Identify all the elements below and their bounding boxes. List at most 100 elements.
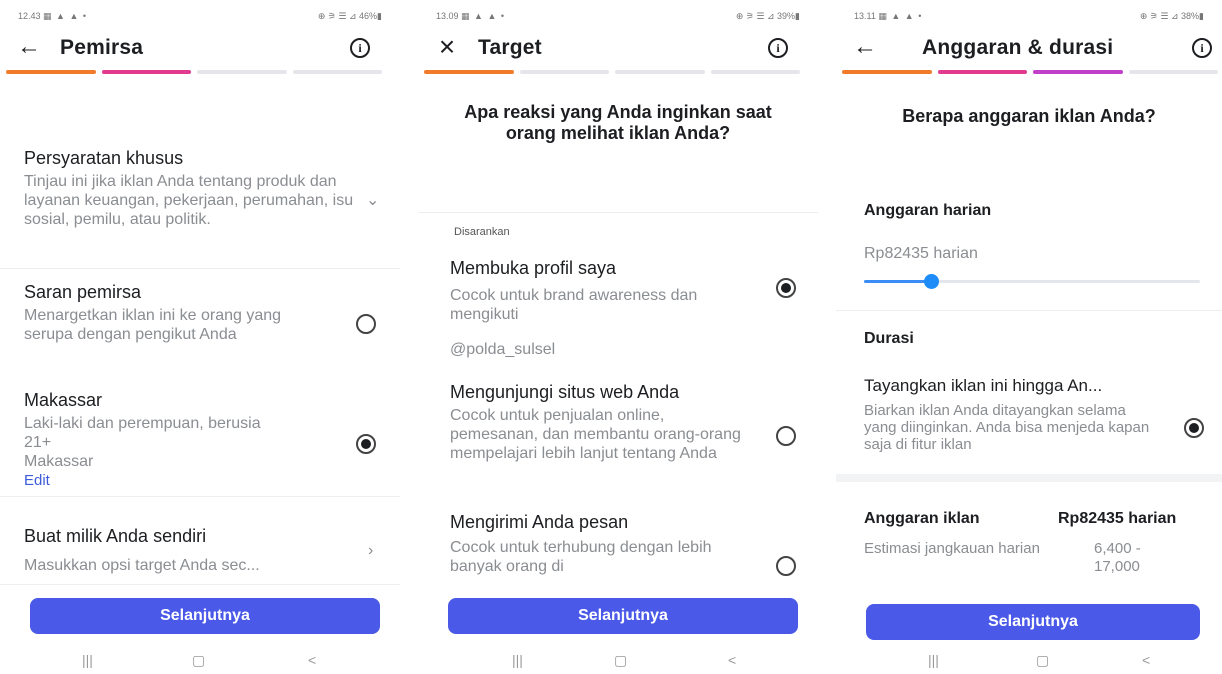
budget-slider-thumb[interactable] [924, 274, 940, 289]
progress-segment [1033, 70, 1123, 74]
chevron-down-icon: ⌄ [366, 192, 380, 209]
next-button[interactable]: Selanjutnya [866, 604, 1200, 640]
recents-icon[interactable]: ||| [512, 652, 523, 668]
question-heading: Apa reaksi yang Anda inginkan saat orang… [464, 102, 772, 143]
divider [0, 268, 400, 269]
app-bar: ← Anggaran & durasi i [836, 28, 1222, 66]
radio-button[interactable] [1184, 418, 1204, 438]
system-nav-bar: ||| ▢ < [0, 650, 400, 674]
screen-target: 13.09 ▦ ▲ ▲ • ⊕ ⚞ ☰ ⊿ 39%▮ × Target i Ap… [418, 0, 818, 674]
system-nav-bar: ||| ▢ < [418, 650, 818, 674]
progress-segment [292, 70, 382, 74]
status-right: ⊕ ⚞ ☰ ⊿ 46%▮ [317, 10, 382, 21]
progress-segment [842, 70, 932, 74]
progress-segment [937, 70, 1027, 74]
page-title: Target [478, 36, 542, 59]
option-title: Membuka profil saya [450, 258, 617, 278]
info-icon[interactable]: i [350, 38, 370, 58]
screen-budget-duration: 13.11 ▦ ▲ ▲ • ⊕ ⚞ ☰ ⊿ 38%▮ ← Anggaran & … [836, 0, 1222, 674]
recents-icon[interactable]: ||| [82, 652, 93, 668]
status-right: ⊕ ⚞ ☰ ⊿ 38%▮ [1139, 10, 1204, 21]
reach-value: 6,400 - 17,000 [1094, 540, 1141, 575]
duration-label: Durasi [864, 330, 914, 347]
option-title: Makassar [24, 390, 103, 410]
back-icon[interactable]: < [1142, 652, 1150, 668]
progress-segment [519, 70, 609, 74]
status-bar: 13.09 ▦ ▲ ▲ • ⊕ ⚞ ☰ ⊿ 39%▮ [436, 8, 800, 24]
status-bar: 12.43 ▦ ▲ ▲ • ⊕ ⚞ ☰ ⊿ 46%▮ [18, 8, 382, 24]
page-title: Pemirsa [60, 36, 144, 59]
radio-button[interactable] [776, 556, 796, 576]
status-indicators: ▦ ▲ ▲ • [43, 10, 88, 21]
home-icon[interactable]: ▢ [1036, 652, 1049, 669]
page-title: Anggaran & durasi [922, 36, 1114, 59]
option-description: Masukkan opsi target Anda sec... [24, 557, 260, 574]
divider [0, 584, 400, 585]
option-description: Cocok untuk penjualan online, pemesanan,… [450, 407, 741, 462]
status-time: 13.09 [436, 10, 459, 21]
back-arrow-icon[interactable]: ← [852, 34, 878, 60]
radio-button[interactable] [776, 278, 796, 298]
radio-button[interactable] [356, 434, 376, 454]
status-bar: 13.11 ▦ ▲ ▲ • ⊕ ⚞ ☰ ⊿ 38%▮ [854, 8, 1204, 24]
progress-segment [710, 70, 800, 74]
step-progress [424, 70, 800, 74]
divider [836, 474, 1222, 482]
divider [0, 496, 400, 497]
progress-segment [6, 70, 96, 74]
back-icon[interactable]: < [728, 652, 736, 668]
option-title: Persyaratan khusus [24, 148, 184, 168]
home-icon[interactable]: ▢ [192, 652, 205, 669]
option-description: Cocok untuk brand awareness dan mengikut… [450, 287, 698, 323]
app-bar: ← Pemirsa i [0, 28, 400, 66]
info-icon[interactable]: i [1192, 38, 1212, 58]
budget-slider[interactable] [864, 274, 1200, 289]
status-time: 12.43 [18, 10, 41, 21]
progress-segment [197, 70, 287, 74]
radio-button[interactable] [776, 426, 796, 446]
option-title: Mengunjungi situs web Anda [450, 382, 680, 402]
ad-budget-label: Anggaran iklan [864, 510, 980, 527]
screen-pemirsa: 12.43 ▦ ▲ ▲ • ⊕ ⚞ ☰ ⊿ 46%▮ ← Pemirsa i A… [0, 0, 400, 674]
close-icon[interactable]: × [434, 33, 460, 61]
option-description: Biarkan iklan Anda ditayangkan selama ya… [864, 402, 1150, 453]
edit-link[interactable]: Edit [24, 471, 50, 490]
option-title: Buat milik Anda sendiri [24, 526, 207, 546]
question-heading: Berapa anggaran iklan Anda? [902, 106, 1156, 126]
info-icon[interactable]: i [768, 38, 788, 58]
home-icon[interactable]: ▢ [614, 652, 627, 669]
ad-budget-value: Rp82435 harian [1058, 510, 1177, 527]
daily-budget-label: Anggaran harian [864, 202, 992, 219]
budget-slider-fill [864, 280, 932, 283]
step-progress [6, 70, 382, 74]
system-nav-bar: ||| ▢ < [836, 650, 1222, 674]
profile-handle: @polda_sulsel [450, 341, 556, 358]
status-indicators: ▦ ▲ ▲ • [461, 10, 506, 21]
option-description: Laki-laki dan perempuan, berusia 21+ [24, 415, 261, 451]
progress-segment [424, 70, 514, 74]
divider [418, 212, 818, 213]
next-button[interactable]: Selanjutnya [30, 598, 380, 634]
next-button[interactable]: Selanjutnya [448, 598, 798, 634]
option-description: Tinjau ini jika iklan Anda tentang produ… [24, 173, 354, 228]
progress-segment [1128, 70, 1218, 74]
back-arrow-icon[interactable]: ← [16, 34, 42, 60]
option-title: Saran pemirsa [24, 282, 142, 302]
daily-budget-value: Rp82435 harian [864, 245, 978, 262]
status-right: ⊕ ⚞ ☰ ⊿ 39%▮ [735, 10, 800, 21]
option-description: Menargetkan iklan ini ke orang yang seru… [24, 307, 282, 343]
radio-button[interactable] [356, 314, 376, 334]
reach-label: Estimasi jangkauan harian [864, 540, 1040, 557]
step-progress [842, 70, 1218, 74]
divider [836, 310, 1222, 311]
recents-icon[interactable]: ||| [928, 652, 939, 668]
suggested-label: Disarankan [454, 226, 510, 238]
progress-segment [615, 70, 705, 74]
option-title: Tayangkan iklan ini hingga An... [864, 376, 1103, 395]
option-title: Mengirimi Anda pesan [450, 512, 629, 532]
status-time: 13.11 [854, 10, 876, 21]
back-icon[interactable]: < [308, 652, 316, 668]
app-bar: × Target i [418, 28, 818, 66]
progress-segment [101, 70, 191, 74]
option-description: Cocok untuk terhubung dengan lebih banya… [450, 539, 712, 575]
